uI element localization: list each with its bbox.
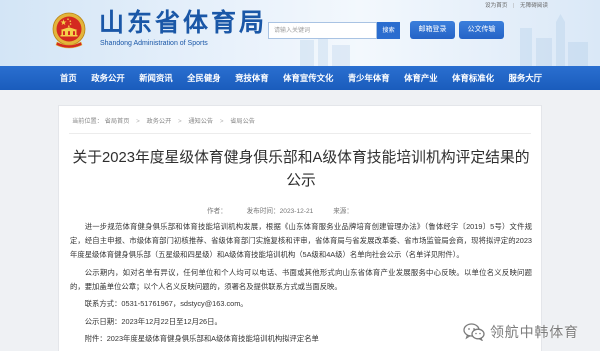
wechat-icon <box>463 323 485 341</box>
mail-login-button[interactable]: 邮箱登录 <box>410 21 455 39</box>
doc-transfer-button[interactable]: 公文传输 <box>459 21 504 39</box>
article-publish-time: 发布时间：2023-12-21 <box>246 208 314 215</box>
breadcrumb-label: 当前位置： <box>72 118 103 125</box>
watermark-text: 领航中韩体育 <box>490 324 579 340</box>
top-links-separator: | <box>513 3 515 9</box>
main-nav: 首页 政务公开 新闻资讯 全民健身 竞技体育 体育宣传文化 青少年体育 体育产业… <box>0 66 600 90</box>
article-paragraph: 进一步规范体育健身俱乐部和体育技能培训机构发展，根据《山东体育服务业品牌培育创建… <box>70 222 532 259</box>
top-links: 设为首页 | 无障碍阅读 <box>485 2 548 11</box>
breadcrumb: 当前位置： 省局首页 > 政务公开 > 通知公告 > 省局公告 <box>72 116 255 128</box>
nav-item-sports-culture[interactable]: 体育宣传文化 <box>283 66 333 90</box>
nav-item-competitive-sports[interactable]: 竞技体育 <box>235 66 269 90</box>
accessibility-link[interactable]: 无障碍阅读 <box>520 3 548 9</box>
breadcrumb-item-notices[interactable]: 通知公告 <box>188 118 213 125</box>
nav-item-youth-sports[interactable]: 青少年体育 <box>348 66 390 90</box>
nav-item-sports-standards[interactable]: 体育标准化 <box>452 66 494 90</box>
breadcrumb-item-home[interactable]: 省局首页 <box>105 118 130 125</box>
breadcrumb-item-bureau-notices[interactable]: 省局公告 <box>230 118 255 125</box>
nav-item-news[interactable]: 新闻资讯 <box>139 66 173 90</box>
breadcrumb-separator: > <box>136 118 140 125</box>
article-title: 关于2023年度星级体育健身俱乐部和A级体育技能培训机构评定结果的公示 <box>72 150 530 189</box>
nav-item-fitness[interactable]: 全民健身 <box>187 66 221 90</box>
article-contact: 联系方式：0531-51761967，sdstycy@163.com。 <box>84 299 248 308</box>
search-input[interactable] <box>268 22 377 39</box>
nav-item-sports-industry[interactable]: 体育产业 <box>404 66 438 90</box>
search-button[interactable]: 搜索 <box>377 22 400 39</box>
article-panel: 当前位置： 省局首页 > 政务公开 > 通知公告 > 省局公告 关于2023年度… <box>58 105 542 351</box>
breadcrumb-separator: > <box>178 118 182 125</box>
nav-item-government-affairs[interactable]: 政务公开 <box>91 66 125 90</box>
article-author: 作者： <box>207 208 227 215</box>
national-emblem-icon[interactable] <box>51 11 87 51</box>
article-paragraph: 公示期内，如对名单有异议，任何单位和个人均可以电话、书面或其他形式向山东省体育产… <box>70 267 532 291</box>
breadcrumb-divider <box>69 133 531 134</box>
nav-item-service-hall[interactable]: 服务大厅 <box>508 66 542 90</box>
article-source: 来源： <box>333 208 353 215</box>
breadcrumb-separator: > <box>219 118 224 125</box>
main-nav-items: 首页 政务公开 新闻资讯 全民健身 竞技体育 体育宣传文化 青少年体育 体育产业… <box>60 66 542 90</box>
site-subtitle: Shandong Administration of Sports <box>100 40 208 47</box>
nav-item-home[interactable]: 首页 <box>60 66 77 90</box>
breadcrumb-item-government-affairs[interactable]: 政务公开 <box>147 118 172 125</box>
set-homepage-link[interactable]: 设为首页 <box>485 3 507 9</box>
watermark: 领航中韩体育 <box>463 321 579 343</box>
site-header: 山东省体育局 Shandong Administration of Sports… <box>0 0 600 66</box>
article-meta: 作者： 发布时间：2023-12-21 来源： <box>59 206 541 217</box>
site-title[interactable]: 山东省体育局 <box>99 9 267 39</box>
